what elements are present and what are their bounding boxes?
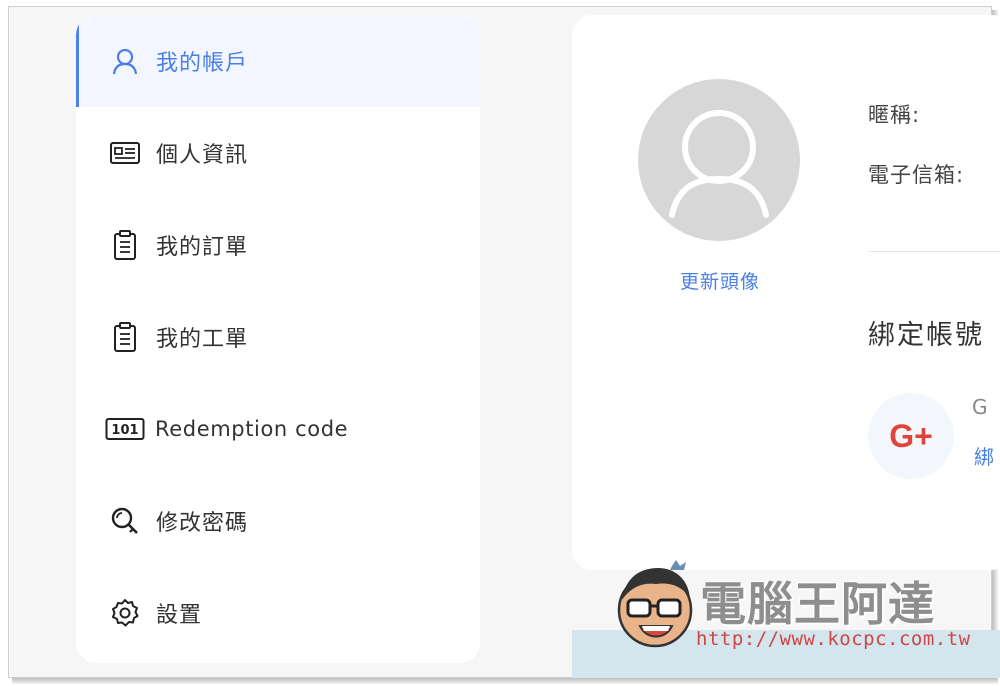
sidebar-item-personal-info[interactable]: 個人資訊: [76, 107, 480, 199]
avatar[interactable]: [638, 79, 800, 241]
account-sidebar: 我的帳戶 個人資訊 我的訂單 我的工單 101 Redemption code …: [76, 15, 480, 663]
sidebar-item-label: 設置: [156, 603, 203, 628]
clipboard-icon: [108, 320, 142, 354]
mascot-face-icon: [617, 560, 693, 648]
code-101-icon: 101: [105, 412, 145, 446]
sidebar-item-label: Redemption code: [155, 417, 349, 441]
key-search-icon: [108, 504, 142, 538]
sidebar-item-change-password[interactable]: 修改密碼: [76, 475, 480, 567]
gear-icon: [108, 596, 142, 630]
sidebar-item-label: 修改密碼: [156, 511, 249, 536]
sidebar-item-settings[interactable]: 設置: [76, 567, 480, 659]
sidebar-item-redemption-code[interactable]: 101 Redemption code: [76, 383, 480, 475]
sidebar-item-my-account[interactable]: 我的帳戶: [76, 15, 480, 107]
nickname-label: 暱稱:: [868, 103, 921, 127]
sidebar-item-label: 我的訂單: [156, 235, 249, 260]
profile-card: 更新頭像 暱稱: 電子信箱: 綁定帳號 G+ G 綁: [572, 15, 1000, 570]
google-bind-link[interactable]: 綁: [974, 441, 994, 470]
google-plus-icon: G+: [889, 417, 933, 454]
google-plus-bind-button[interactable]: G+: [868, 393, 954, 479]
watermark-url: http://www.kocpc.com.tw: [696, 628, 971, 650]
section-divider: [868, 251, 1000, 252]
sidebar-item-label: 個人資訊: [156, 143, 249, 168]
default-avatar-icon: [669, 110, 769, 218]
sidebar-item-my-tickets[interactable]: 我的工單: [76, 291, 480, 383]
email-label: 電子信箱:: [868, 163, 965, 187]
id-card-icon: [108, 136, 142, 170]
update-avatar-link[interactable]: 更新頭像: [572, 267, 868, 294]
sidebar-item-my-orders[interactable]: 我的訂單: [76, 199, 480, 291]
code-icon-text: 101: [111, 423, 138, 438]
clipboard-icon: [108, 228, 142, 262]
watermark-title: 電腦王阿達: [700, 577, 935, 631]
window-shadow-bottom: [12, 678, 998, 684]
sidebar-item-label: 我的帳戶: [156, 51, 249, 76]
sidebar-item-label: 我的工單: [156, 327, 249, 352]
google-provider-label: G: [972, 395, 988, 419]
user-icon: [108, 44, 142, 78]
bind-accounts-title: 綁定帳號: [868, 320, 984, 351]
